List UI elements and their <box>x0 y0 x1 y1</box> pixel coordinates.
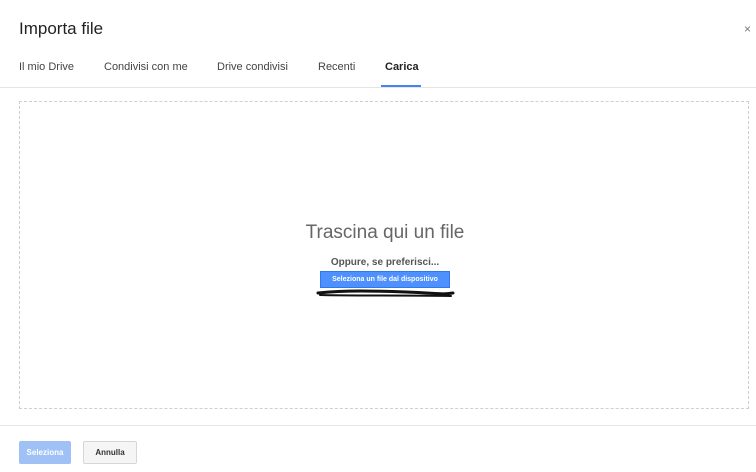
tab-recent[interactable]: Recenti <box>318 61 355 73</box>
select-file-from-device-button[interactable]: Seleziona un file dal dispositivo <box>320 271 450 288</box>
footer-divider <box>0 425 756 426</box>
tab-bar: Il mio Drive Condivisi con me Drive cond… <box>0 58 756 88</box>
active-tab-indicator <box>381 85 421 87</box>
dropzone-or-text: Oppure, se preferisci... <box>330 257 440 268</box>
select-button[interactable]: Seleziona <box>19 441 71 464</box>
import-file-dialog: Importa file × Il mio Drive Condivisi co… <box>0 0 756 472</box>
pen-annotation-underline <box>316 289 455 297</box>
dropzone-title: Trascina qui un file <box>305 222 465 243</box>
tab-upload[interactable]: Carica <box>385 61 419 73</box>
tab-shared-with-me[interactable]: Condivisi con me <box>104 61 188 73</box>
tab-shared-drives[interactable]: Drive condivisi <box>217 61 288 73</box>
close-icon[interactable]: × <box>744 22 751 36</box>
tab-my-drive[interactable]: Il mio Drive <box>19 61 74 73</box>
dialog-title: Importa file <box>19 19 104 38</box>
cancel-button[interactable]: Annulla <box>83 441 137 464</box>
upload-dropzone[interactable]: Trascina qui un file Oppure, se preferis… <box>19 101 749 409</box>
